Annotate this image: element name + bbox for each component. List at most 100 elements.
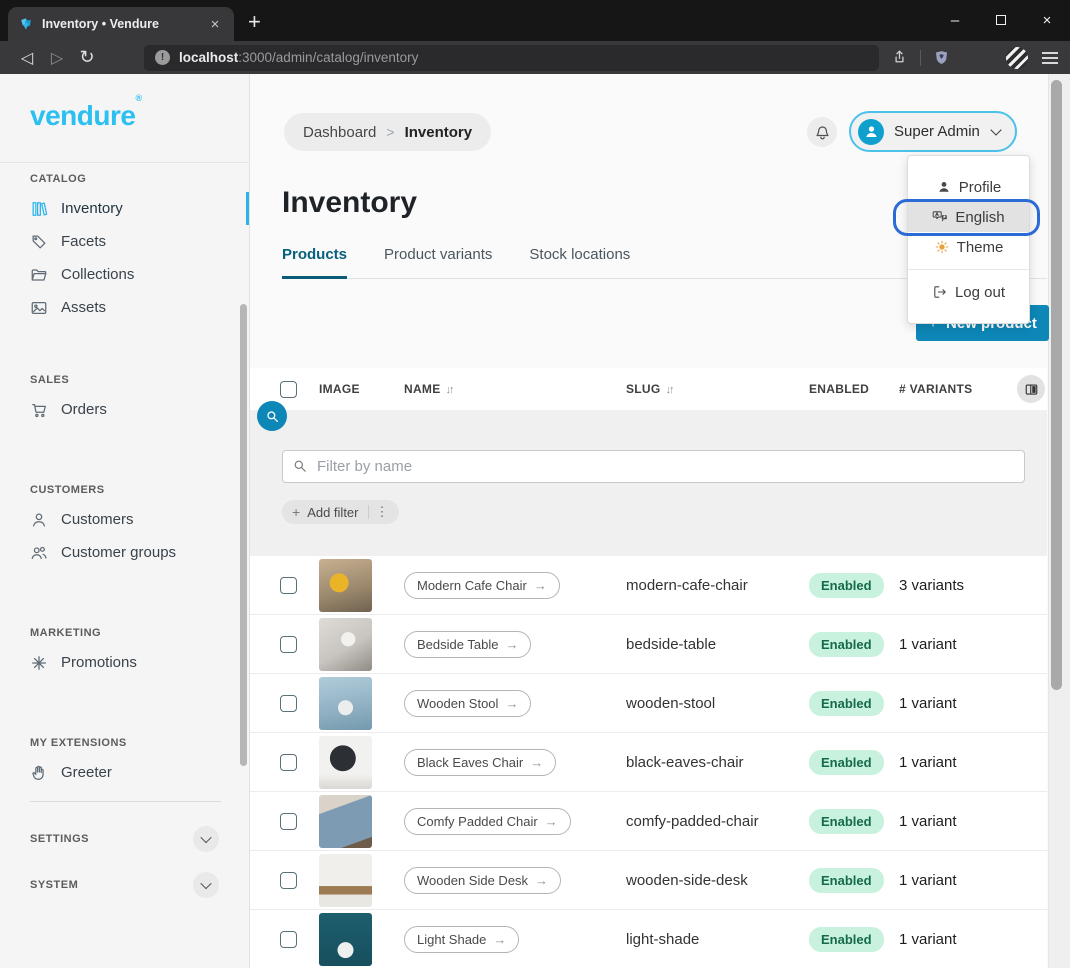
- row-checkbox[interactable]: [280, 577, 297, 594]
- sidebar-item-collections[interactable]: Collections: [0, 258, 249, 291]
- product-name-chip[interactable]: Light Shade→: [404, 926, 519, 953]
- filter-by-name-input[interactable]: [282, 450, 1025, 483]
- reload-button[interactable]: ↻: [72, 47, 102, 68]
- sidebar-item-assets[interactable]: Assets: [0, 291, 249, 324]
- window-close-button[interactable]: ×: [1024, 0, 1070, 40]
- section-label-settings: SETTINGS: [30, 833, 89, 845]
- browser-tab[interactable]: Inventory • Vendure ×: [8, 7, 234, 41]
- table-row[interactable]: Modern Cafe Chair→ modern-cafe-chair Ena…: [250, 556, 1047, 615]
- brave-shield-icon[interactable]: [933, 49, 950, 66]
- row-checkbox[interactable]: [280, 813, 297, 830]
- cart-icon: [30, 401, 48, 419]
- sidebar-item-label: Assets: [61, 299, 106, 316]
- column-header-name[interactable]: NAME↓↑: [404, 382, 626, 396]
- product-name-chip[interactable]: Black Eaves Chair→: [404, 749, 556, 776]
- notifications-button[interactable]: [807, 117, 837, 147]
- product-slug: modern-cafe-chair: [626, 577, 809, 594]
- menu-item-logout[interactable]: Log out: [908, 277, 1029, 307]
- table-row[interactable]: Light Shade→ light-shade Enabled 1 varia…: [250, 910, 1047, 968]
- tab-stock-locations[interactable]: Stock locations: [529, 246, 630, 278]
- product-table-body: Modern Cafe Chair→ modern-cafe-chair Ena…: [250, 556, 1047, 968]
- tab-close-icon[interactable]: ×: [206, 16, 224, 33]
- row-checkbox[interactable]: [280, 754, 297, 771]
- user-menu-button[interactable]: Super Admin: [849, 111, 1017, 152]
- sidebar-item-facets[interactable]: Facets: [0, 225, 249, 258]
- arrow-right-icon: →: [505, 696, 518, 711]
- share-icon[interactable]: [891, 49, 908, 66]
- sidebar-item-customers[interactable]: Customers: [0, 503, 249, 536]
- settings-expand-button[interactable]: [193, 826, 219, 852]
- browser-menu-icon[interactable]: [1042, 52, 1058, 64]
- product-name: Modern Cafe Chair: [417, 578, 527, 593]
- new-tab-button[interactable]: +: [248, 9, 261, 35]
- url-path: :3000/admin/catalog/inventory: [238, 50, 418, 65]
- status-badge: Enabled: [809, 809, 884, 834]
- breadcrumb-dashboard-link[interactable]: Dashboard: [303, 124, 376, 141]
- product-name: Bedside Table: [417, 637, 498, 652]
- menu-item-label: English: [955, 209, 1004, 226]
- sidebar-section-my-extensions: MY EXTENSIONS Greeter: [0, 731, 249, 789]
- table-row[interactable]: Wooden Side Desk→ wooden-side-desk Enabl…: [250, 851, 1047, 910]
- tab-products[interactable]: Products: [282, 246, 347, 279]
- site-info-icon[interactable]: !: [155, 50, 170, 65]
- product-name-chip[interactable]: Comfy Padded Chair→: [404, 808, 571, 835]
- sort-icon[interactable]: ↓↑: [446, 384, 453, 396]
- page: vendure® CATALOG Inventory Facets Collec…: [0, 74, 1070, 968]
- table-row[interactable]: Wooden Stool→ wooden-stool Enabled 1 var…: [250, 674, 1047, 733]
- table-row[interactable]: Bedside Table→ bedside-table Enabled 1 v…: [250, 615, 1047, 674]
- url-bar[interactable]: ! localhost:3000/admin/catalog/inventory: [144, 45, 879, 71]
- browser-profile-avatar[interactable]: [1006, 47, 1028, 69]
- table-row[interactable]: Black Eaves Chair→ black-eaves-chair Ena…: [250, 733, 1047, 792]
- window-minimize-button[interactable]: –: [932, 0, 978, 40]
- sidebar-section-settings[interactable]: SETTINGS: [30, 826, 219, 852]
- row-checkbox[interactable]: [280, 931, 297, 948]
- column-header-slug[interactable]: SLUG↓↑: [626, 382, 809, 396]
- sidebar-item-orders[interactable]: Orders: [0, 393, 249, 426]
- menu-item-language[interactable]: English: [908, 202, 1029, 232]
- select-all-checkbox[interactable]: [280, 381, 297, 398]
- sidebar-scrollbar[interactable]: [240, 304, 247, 766]
- books-icon: [30, 200, 48, 218]
- back-button[interactable]: ◁: [12, 48, 42, 68]
- forward-button[interactable]: ▷: [42, 48, 72, 68]
- button-divider: [368, 505, 369, 519]
- column-settings-button[interactable]: [1017, 375, 1045, 403]
- menu-item-profile[interactable]: Profile: [908, 172, 1029, 202]
- page-scrollbar[interactable]: [1048, 74, 1070, 968]
- table-row[interactable]: Comfy Padded Chair→ comfy-padded-chair E…: [250, 792, 1047, 851]
- product-name-chip[interactable]: Wooden Stool→: [404, 690, 531, 717]
- sort-icon[interactable]: ↓↑: [666, 384, 673, 396]
- sidebar-divider: [30, 801, 221, 802]
- sidebar-section-system[interactable]: SYSTEM: [30, 872, 219, 898]
- row-checkbox[interactable]: [280, 695, 297, 712]
- row-checkbox[interactable]: [280, 872, 297, 889]
- window-maximize-button[interactable]: [978, 0, 1024, 40]
- product-name-chip[interactable]: Bedside Table →: [404, 631, 531, 658]
- sidebar-item-promotions[interactable]: Promotions: [0, 646, 249, 679]
- sidebar-item-customer-groups[interactable]: Customer groups: [0, 536, 249, 569]
- variant-count: 1 variant: [899, 872, 1017, 889]
- system-expand-button[interactable]: [193, 872, 219, 898]
- row-checkbox[interactable]: [280, 636, 297, 653]
- scrollbar-thumb[interactable]: [1051, 80, 1062, 690]
- sidebar-item-inventory[interactable]: Inventory: [0, 192, 249, 225]
- status-badge: Enabled: [809, 750, 884, 775]
- columns-icon: [1024, 382, 1039, 397]
- kebab-menu-icon[interactable]: ⋮: [376, 504, 389, 520]
- variant-count: 1 variant: [899, 931, 1017, 948]
- section-label-my-extensions: MY EXTENSIONS: [0, 731, 249, 756]
- product-name-chip[interactable]: Wooden Side Desk→: [404, 867, 561, 894]
- tag-icon: [30, 233, 48, 251]
- vendure-logo[interactable]: vendure®: [0, 74, 249, 162]
- user-avatar: [858, 119, 884, 145]
- add-filter-button[interactable]: + Add filter ⋮: [282, 500, 399, 524]
- menu-item-theme[interactable]: Theme: [908, 232, 1029, 262]
- logo-text: vendure: [30, 100, 135, 131]
- breadcrumb-separator-icon: >: [386, 124, 394, 140]
- sidebar-item-greeter[interactable]: Greeter: [0, 756, 249, 789]
- product-name-chip[interactable]: Modern Cafe Chair→: [404, 572, 560, 599]
- search-toggle-button[interactable]: [257, 401, 287, 431]
- tab-product-variants[interactable]: Product variants: [384, 246, 492, 278]
- status-badge: Enabled: [809, 691, 884, 716]
- arrow-right-icon: →: [505, 637, 518, 652]
